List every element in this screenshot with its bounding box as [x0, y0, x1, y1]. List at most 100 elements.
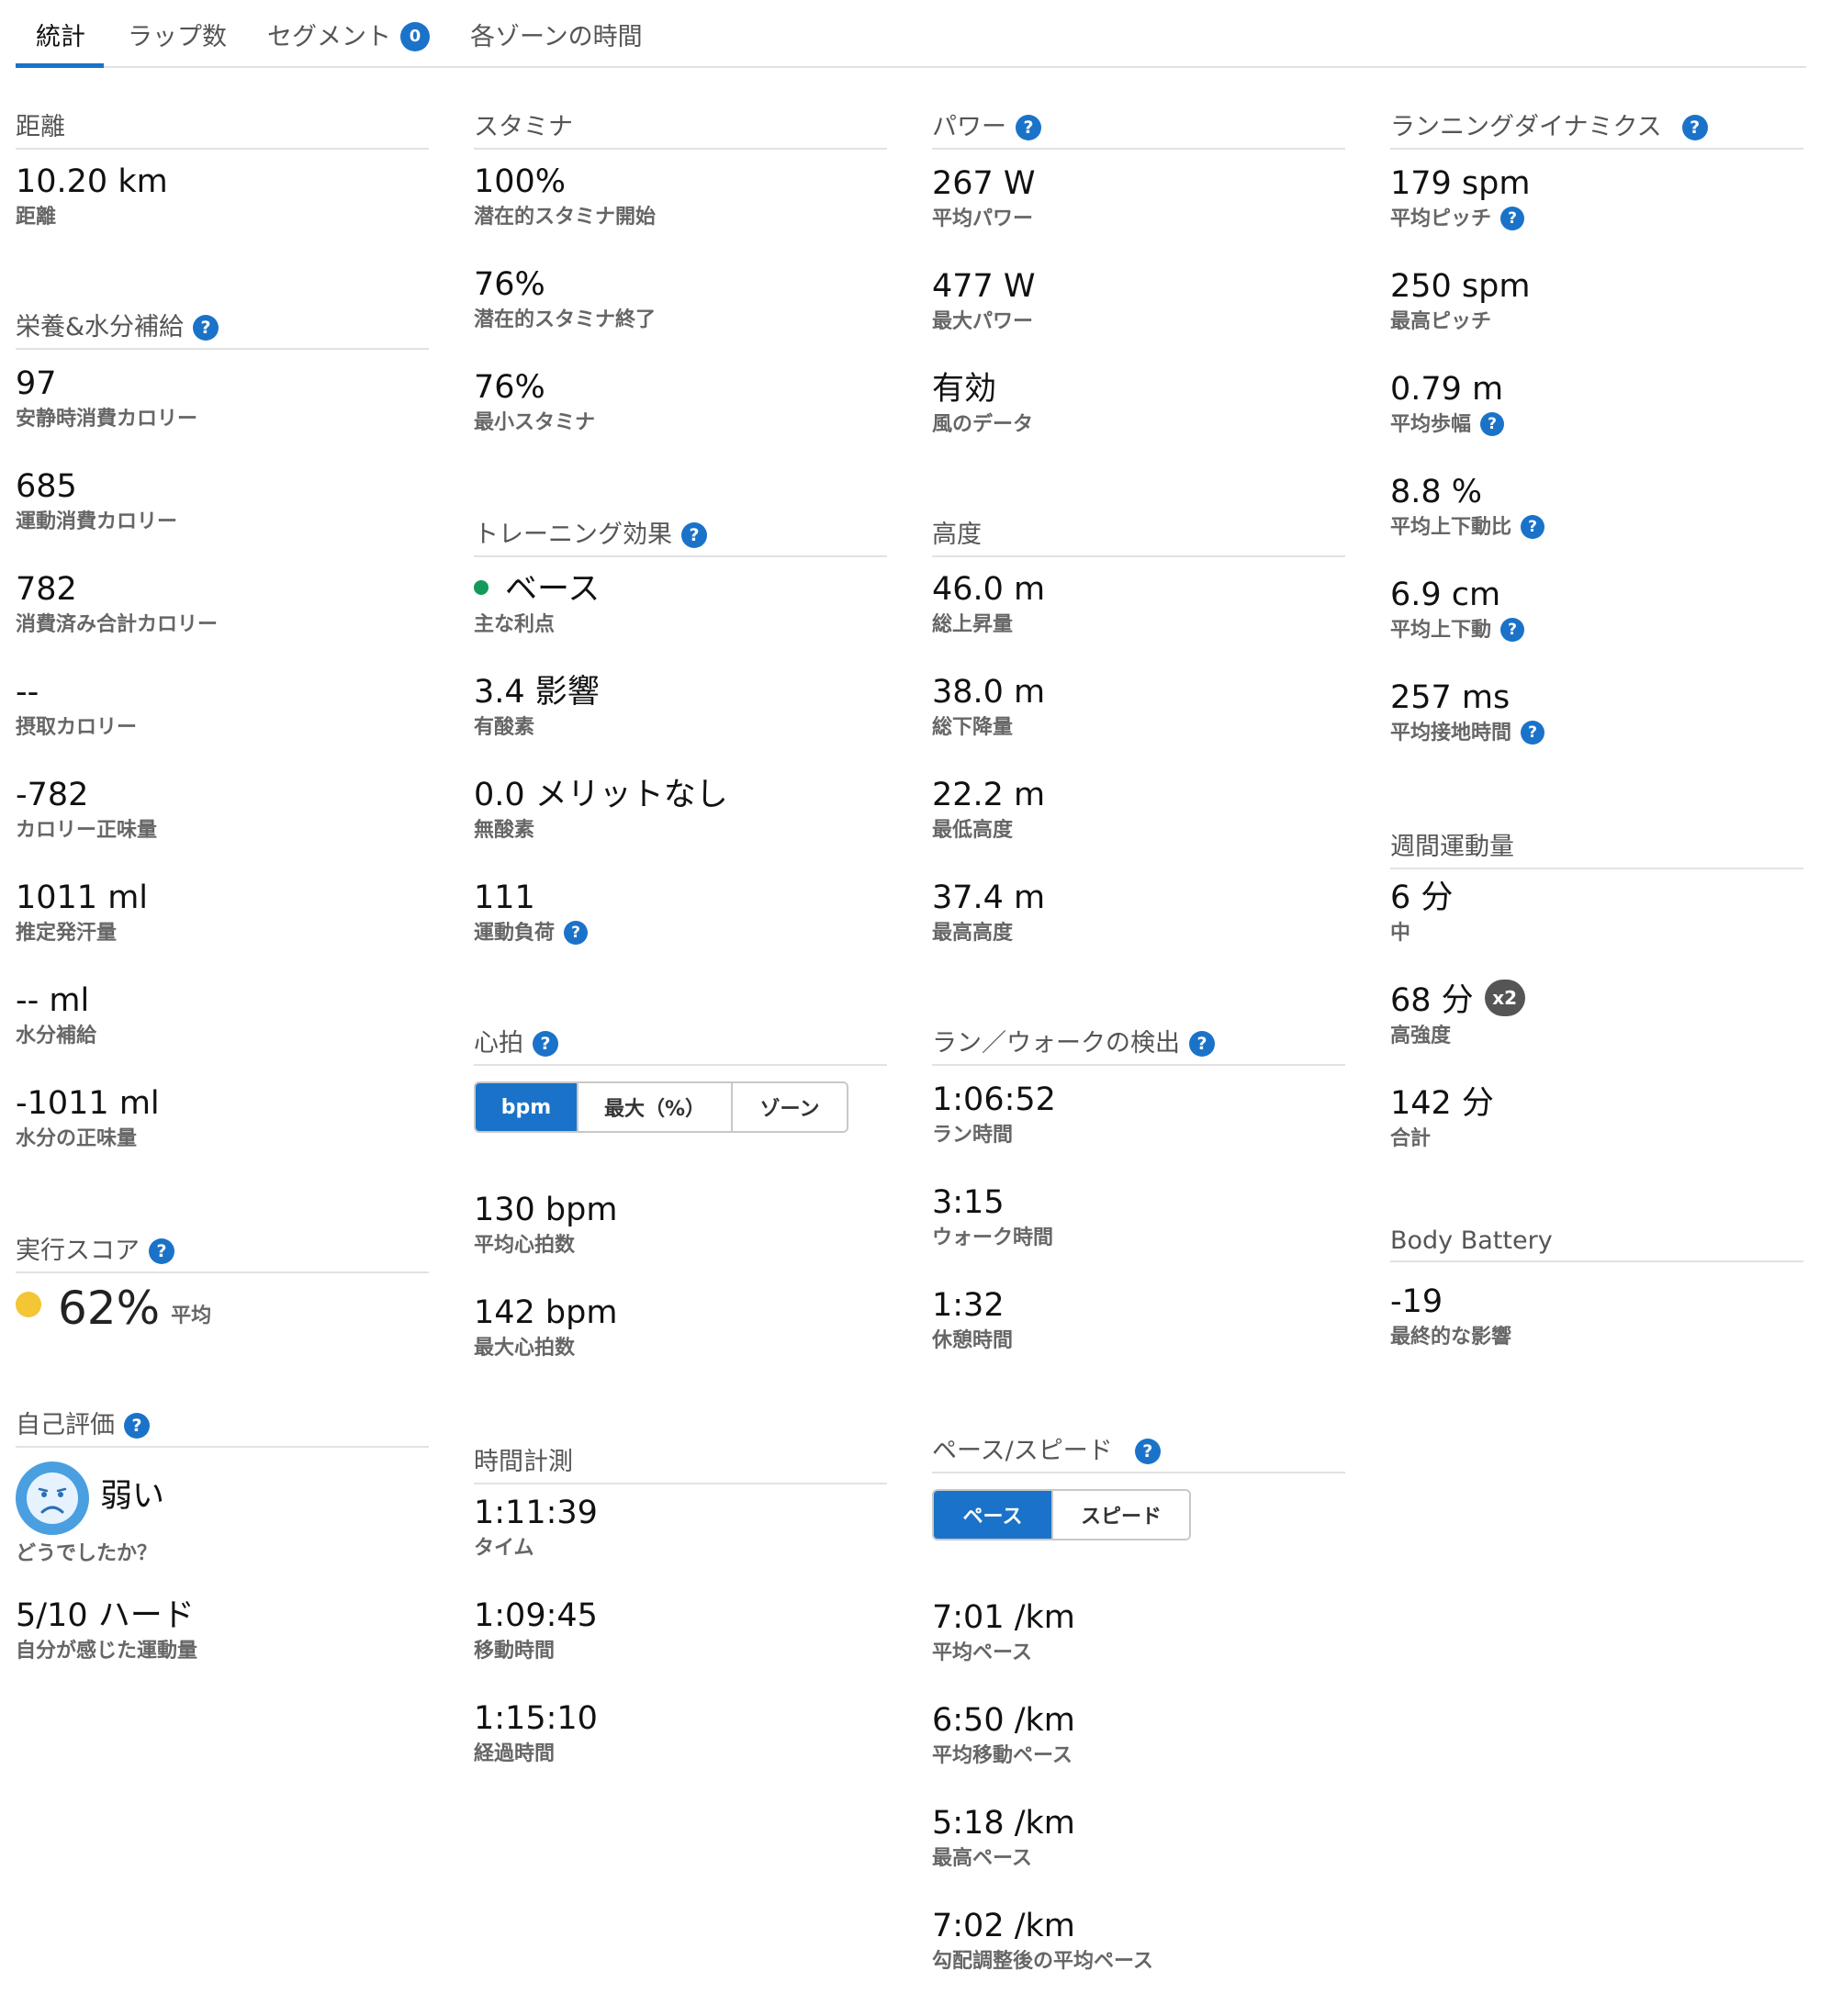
help-icon[interactable]: ?: [1480, 412, 1505, 436]
stat-label: 休憩時間: [932, 1329, 1014, 1352]
stat-value: 1011 ml: [16, 879, 149, 916]
stat-label: 平均ピッチ: [1390, 207, 1492, 230]
stat-stamina-start: 100% 潜在的スタミナ開始: [474, 162, 656, 231]
stat-value: 38.0 m: [932, 674, 1046, 711]
stat-value: 46.0 m: [932, 571, 1046, 608]
stat-total-minutes: 142 分合計: [1390, 1083, 1494, 1153]
help-icon[interactable]: ?: [1521, 721, 1545, 745]
stat-label: 最大パワー: [932, 310, 1034, 333]
tab-stats[interactable]: 統計: [16, 17, 104, 68]
stat-label: 有酸素: [474, 716, 535, 739]
stat-label: 平均接地時間: [1390, 722, 1512, 745]
stat-label: 自分が感じた運動量: [16, 1640, 198, 1663]
stat-sweat-loss: 1011 ml 推定発汗量: [16, 878, 148, 947]
segments-count-badge: 0: [400, 21, 430, 51]
stat-avg-power: 267 W 平均パワー: [932, 163, 1036, 233]
execution-score-value: 62%: [58, 1282, 161, 1335]
help-icon[interactable]: ?: [149, 1238, 174, 1264]
tab-segments-label: セグメント: [267, 23, 391, 51]
pace-section-title: ペース/スピード?: [932, 1430, 1345, 1473]
help-icon[interactable]: ?: [1500, 618, 1525, 642]
stat-value: 1:11:39: [474, 1495, 598, 1531]
self-eval-effort: 5/10 ハード 自分が感じた運動量: [16, 1596, 197, 1665]
stat-value: 1:32: [932, 1287, 1005, 1324]
stat-label: 平均移動ペース: [932, 1744, 1073, 1767]
stat-label: 最高高度: [932, 922, 1014, 945]
stat-primary-benefit: ベース 主な利点: [474, 569, 600, 639]
help-icon[interactable]: ?: [1134, 1438, 1161, 1464]
stat-value: 68 分: [1390, 982, 1474, 1019]
stat-value: 10.20 km: [16, 163, 168, 200]
stat-vertical-oscillation: 6.9 cm 平均上下動?: [1390, 575, 1525, 644]
stat-moving-time: 1:09:45 移動時間: [474, 1596, 598, 1665]
stat-value: -1011 ml: [16, 1085, 160, 1122]
stat-walk-time: 3:15 ウォーク時間: [932, 1182, 1053, 1252]
stat-label: 高強度: [1390, 1025, 1452, 1047]
stat-avg-hr: 130 bpm 平均心拍数: [474, 1190, 617, 1260]
power-section-title: パワー?: [932, 106, 1345, 150]
stat-label: 運動消費カロリー: [16, 510, 178, 533]
tab-zone-time[interactable]: 各ゾーンの時間: [470, 17, 643, 68]
help-icon[interactable]: ?: [124, 1412, 150, 1439]
stat-run-time: 1:06:52 ラン時間: [932, 1080, 1056, 1149]
help-icon[interactable]: ?: [193, 314, 219, 341]
execution-score-section-title: 実行スコア?: [16, 1230, 429, 1273]
weekly-intensity-section-title: 週間運動量: [1390, 826, 1803, 869]
stat-total-calories: 782 消費済み合計カロリー: [16, 569, 218, 639]
nutrition-section-title: 栄養&水分補給?: [16, 307, 429, 350]
stat-min-elevation: 22.2 m 最低高度: [932, 775, 1045, 845]
stat-vertical-ratio: 8.8 % 平均上下動比?: [1390, 472, 1545, 542]
stat-value: 37.4 m: [932, 879, 1046, 916]
stat-training-load: 111 運動負荷?: [474, 878, 589, 947]
stat-vigorous-minutes: 68 分 x2 高強度: [1390, 980, 1525, 1050]
stat-stamina-min: 76% 最小スタミナ: [474, 367, 595, 437]
stat-label: 水分の正味量: [16, 1127, 138, 1150]
help-icon[interactable]: ?: [533, 1030, 558, 1057]
stat-label: 平均ペース: [932, 1641, 1032, 1664]
toggle-speed[interactable]: スピード: [1053, 1491, 1189, 1539]
help-icon[interactable]: ?: [681, 521, 707, 548]
stat-active-calories: 685 運動消費カロリー: [16, 466, 177, 536]
stat-avg-stride: 0.79 m 平均歩幅?: [1390, 369, 1505, 439]
hr-toggle-max-percent[interactable]: 最大（%）: [578, 1083, 733, 1131]
stat-value: 3.4 影響: [474, 674, 600, 711]
help-icon[interactable]: ?: [1681, 114, 1708, 140]
stat-label: 総上昇量: [932, 613, 1014, 636]
tab-segments[interactable]: セグメント 0: [267, 17, 430, 68]
stat-label: カロリー正味量: [16, 819, 158, 842]
execution-score-stat: 62% 平均: [16, 1282, 211, 1335]
stat-value: 0.79 m: [1390, 371, 1504, 408]
stat-resting-calories: 97 安静時消費カロリー: [16, 364, 197, 433]
help-icon[interactable]: ?: [564, 921, 589, 945]
stat-value: 111: [474, 879, 535, 916]
stamina-section-title: スタミナ: [474, 106, 887, 150]
stat-label: 最小スタミナ: [474, 411, 596, 434]
stat-label: 総下降量: [932, 716, 1014, 739]
stat-time: 1:11:39 タイム: [474, 1493, 598, 1562]
help-icon[interactable]: ?: [1016, 114, 1041, 140]
stat-label: 中: [1390, 922, 1411, 945]
stat-value: 130 bpm: [474, 1192, 618, 1228]
stat-label: ウォーク時間: [932, 1226, 1054, 1249]
help-icon[interactable]: ?: [1521, 515, 1545, 539]
stat-value: ベース: [505, 571, 601, 608]
stat-total-descent: 38.0 m 総下降量: [932, 672, 1045, 742]
pace-title-text: ペース/スピード: [932, 1437, 1113, 1465]
hr-toggle-bpm[interactable]: bpm: [476, 1083, 578, 1131]
stat-label-row: 平均上下動?: [1390, 617, 1525, 644]
tab-zone-time-label: 各ゾーンの時間: [470, 23, 643, 51]
stat-label-row: 平均上下動比?: [1390, 514, 1545, 542]
stat-label: 風のデータ: [932, 413, 1034, 436]
stat-label: 最大心拍数: [474, 1337, 576, 1360]
stat-label: 最高ピッチ: [1390, 310, 1492, 333]
tab-laps[interactable]: ラップ数: [128, 17, 227, 68]
help-icon[interactable]: ?: [1189, 1030, 1215, 1057]
stat-body-battery-impact: -19 最終的な影響: [1390, 1282, 1511, 1351]
distance-stat: 10.20 km 距離: [16, 162, 168, 231]
stat-label: 距離: [16, 206, 57, 229]
hr-toggle-zone[interactable]: ゾーン: [733, 1083, 847, 1131]
toggle-pace[interactable]: ペース: [934, 1491, 1053, 1539]
stat-label: 合計: [1390, 1127, 1432, 1150]
sad-face-icon: [16, 1462, 89, 1535]
help-icon[interactable]: ?: [1500, 207, 1525, 230]
